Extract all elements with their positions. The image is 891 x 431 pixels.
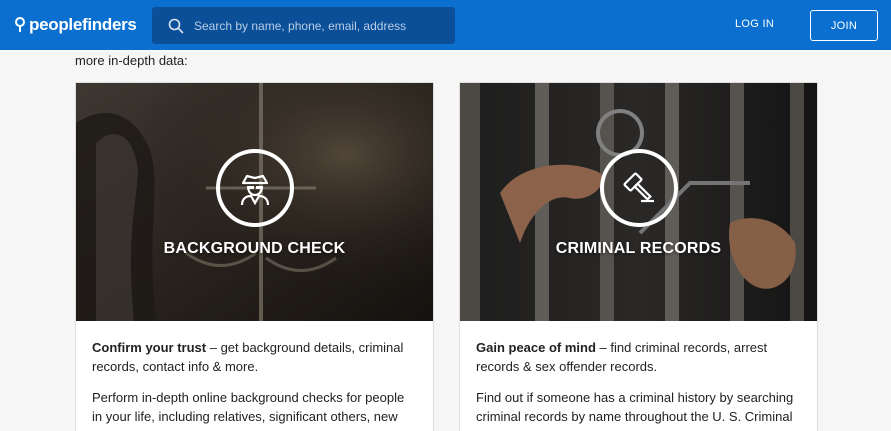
top-navbar: peoplefinders LOG IN JOIN [0, 0, 891, 50]
card-title: BACKGROUND CHECK [163, 240, 346, 257]
gavel-icon [623, 172, 654, 203]
search-bar[interactable] [152, 7, 455, 44]
card-body: Confirm your trust – get background deta… [76, 321, 433, 426]
search-input[interactable] [194, 18, 444, 33]
card-lead: Gain peace of mind – find criminal recor… [476, 338, 801, 376]
detective-icon [240, 174, 270, 206]
logo-text: peoplefinders [29, 15, 137, 34]
location-pin-icon [14, 16, 26, 34]
card-body: Gain peace of mind – find criminal recor… [460, 321, 817, 426]
lead-bold: Confirm your trust [92, 340, 207, 355]
card-title: CRIMINAL RECORDS [555, 240, 722, 257]
lead-bold: Gain peace of mind [476, 340, 596, 355]
card-lead: Confirm your trust – get background deta… [92, 338, 417, 376]
detective-icon-circle [216, 149, 294, 227]
criminal-records-image: CRIMINAL RECORDS [460, 83, 817, 321]
criminal-records-card[interactable]: CRIMINAL RECORDS Gain peace of mind – fi… [459, 82, 818, 431]
gavel-icon-circle [600, 149, 678, 227]
search-icon [168, 18, 184, 34]
peoplefinders-logo[interactable]: peoplefinders [14, 14, 137, 36]
join-button[interactable]: JOIN [810, 10, 878, 41]
background-check-image: BACKGROUND CHECK [76, 83, 433, 321]
intro-text: more in-depth data: [75, 53, 188, 68]
card-description: Perform in-depth online background check… [92, 390, 405, 424]
background-check-card[interactable]: BACKGROUND CHECK Confirm your trust – ge… [75, 82, 434, 431]
login-link[interactable]: LOG IN [735, 18, 774, 30]
card-description: Find out if someone has a criminal histo… [476, 390, 794, 424]
